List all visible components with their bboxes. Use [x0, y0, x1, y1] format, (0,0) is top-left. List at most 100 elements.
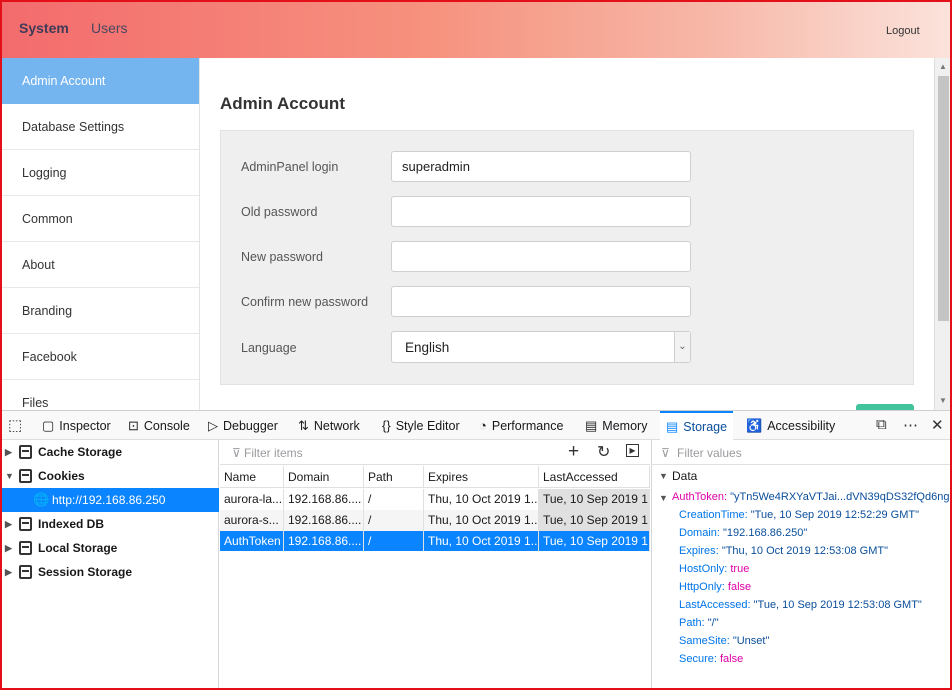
- expand-arrow-icon[interactable]: ▶: [5, 512, 12, 536]
- login-input[interactable]: [391, 151, 691, 182]
- column-header[interactable]: Name: [220, 466, 284, 488]
- table-row[interactable]: aurora-s... 192.168.86.... / Thu, 10 Oct…: [220, 510, 650, 531]
- menu-item-admin-account[interactable]: Admin Account: [0, 58, 199, 104]
- data-property[interactable]: Expires: "Thu, 10 Oct 2019 12:53:08 GMT": [679, 545, 888, 557]
- tab-performance[interactable]: ◔ Performance: [479, 411, 563, 441]
- prop-value: "Tue, 10 Sep 2019 12:52:29 GMT": [750, 509, 919, 521]
- tree-item-indexed-db[interactable]: ▶ Indexed DB: [0, 512, 219, 536]
- tree-item-cache-storage[interactable]: ▶ Cache Storage: [0, 440, 219, 464]
- tab-memory[interactable]: ▤ Memory: [585, 411, 647, 441]
- confirm-password-input[interactable]: [391, 286, 691, 317]
- table-header: Name Domain Path Expires LastAccessed: [220, 466, 650, 488]
- data-root-entry[interactable]: AuthToken: "yTn5We4RXYaVTJai...dVN39qDS3…: [672, 491, 952, 503]
- table-cell: 192.168.86....: [284, 531, 364, 552]
- data-property[interactable]: SameSite: "Unset": [679, 635, 769, 647]
- menu-item-about[interactable]: About: [0, 242, 199, 288]
- add-item-icon[interactable]: +: [568, 441, 579, 463]
- expand-arrow-icon[interactable]: ▶: [5, 560, 12, 584]
- column-header[interactable]: Expires: [424, 466, 539, 488]
- data-property[interactable]: Path: "/": [679, 617, 719, 629]
- inspector-icon: ▢: [42, 418, 55, 433]
- old-password-input[interactable]: [391, 196, 691, 227]
- menu-item-common[interactable]: Common: [0, 196, 199, 242]
- filter-values-input[interactable]: Filter values: [677, 446, 742, 460]
- menu-item-facebook[interactable]: Facebook: [0, 334, 199, 380]
- tab-style-editor[interactable]: {} Style Editor: [382, 411, 460, 441]
- prop-key: Secure: [679, 653, 714, 665]
- database-icon: [19, 469, 32, 483]
- data-property[interactable]: Secure: false: [679, 653, 743, 665]
- page-scrollbar[interactable]: ▲ ▼: [934, 58, 952, 410]
- data-property[interactable]: HostOnly: true: [679, 563, 749, 575]
- element-picker-icon[interactable]: ⬚: [8, 416, 22, 434]
- tree-label: Local Storage: [38, 541, 118, 555]
- tab-debugger[interactable]: ▷ Debugger: [208, 411, 278, 441]
- confirm-password-label: Confirm new password: [241, 295, 369, 309]
- tree-item-local-storage[interactable]: ▶ Local Storage: [0, 536, 219, 560]
- menu-item-branding[interactable]: Branding: [0, 288, 199, 334]
- tree-label: http://192.168.86.250: [52, 493, 166, 507]
- data-property[interactable]: CreationTime: "Tue, 10 Sep 2019 12:52:29…: [679, 509, 919, 521]
- collapse-arrow-icon[interactable]: ▼: [5, 464, 14, 488]
- old-password-label: Old password: [241, 205, 318, 219]
- logout-link[interactable]: Logout: [886, 25, 920, 37]
- filter-items-bar: ⊽ Filter items + ↻ ▸: [220, 440, 650, 465]
- tree-label: Cookies: [38, 469, 85, 483]
- column-header[interactable]: LastAccessed: [539, 466, 650, 488]
- tab-label: Performance: [491, 419, 564, 433]
- data-heading: Data: [672, 469, 698, 483]
- accessibility-icon: ♿: [746, 418, 763, 433]
- tab-label: Storage: [683, 420, 728, 434]
- prop-key: Expires: [679, 545, 716, 557]
- table-row[interactable]: aurora-la... 192.168.86.... / Thu, 10 Oc…: [220, 489, 650, 510]
- table-row-selected[interactable]: AuthToken 192.168.86.... / Thu, 10 Oct 2…: [220, 531, 650, 552]
- data-property[interactable]: LastAccessed: "Tue, 10 Sep 2019 12:53:08…: [679, 599, 922, 611]
- nav-users[interactable]: Users: [91, 20, 128, 36]
- more-options-icon[interactable]: ⋯: [903, 416, 918, 434]
- nav-system[interactable]: System: [19, 20, 69, 36]
- collapse-arrow-icon[interactable]: ▼: [659, 466, 668, 486]
- scroll-down-icon[interactable]: ▼: [939, 396, 947, 405]
- dock-icon[interactable]: ⧉: [876, 416, 887, 433]
- table-empty-area: [220, 551, 650, 690]
- app-header: System Users Logout: [0, 0, 952, 58]
- scrollbar-thumb[interactable]: [938, 76, 949, 321]
- tree-item-cookie-host[interactable]: 🌐 http://192.168.86.250: [0, 488, 219, 512]
- filter-items-input[interactable]: Filter items: [244, 446, 303, 460]
- data-section-header[interactable]: ▼ Data: [651, 466, 952, 486]
- scroll-up-icon[interactable]: ▲: [939, 62, 947, 71]
- tab-network[interactable]: ⇅ Network: [298, 411, 360, 441]
- toggle-sidebar-icon[interactable]: ▸: [626, 444, 639, 457]
- network-icon: ⇅: [298, 418, 309, 433]
- data-property[interactable]: Domain: "192.168.86.250": [679, 527, 807, 539]
- language-select[interactable]: English ⌄: [391, 331, 691, 363]
- prop-value: "192.168.86.250": [723, 527, 808, 539]
- expand-arrow-icon[interactable]: ▶: [5, 536, 12, 560]
- table-cell: aurora-s...: [220, 510, 284, 531]
- column-header[interactable]: Path: [364, 466, 424, 488]
- column-header[interactable]: Domain: [284, 466, 364, 488]
- data-property[interactable]: HttpOnly: false: [679, 581, 751, 593]
- chevron-down-icon[interactable]: ⌄: [674, 332, 690, 362]
- table-cell: Tue, 10 Sep 2019 1...: [539, 510, 650, 531]
- database-icon: [19, 565, 32, 579]
- language-label: Language: [241, 341, 297, 355]
- expand-arrow-icon[interactable]: ▶: [5, 440, 12, 464]
- tree-item-cookies[interactable]: ▼ Cookies: [0, 464, 219, 488]
- tab-storage[interactable]: ▤ Storage: [660, 411, 734, 441]
- collapse-arrow-icon[interactable]: ▼: [659, 493, 668, 503]
- prop-value: false: [719, 653, 744, 665]
- tab-accessibility[interactable]: ♿ Accessibility: [746, 411, 835, 441]
- tab-console[interactable]: ⊡ Console: [128, 411, 190, 441]
- prop-key: SameSite: [679, 635, 727, 647]
- table-cell: Tue, 10 Sep 2019 1...: [539, 531, 650, 552]
- new-password-input[interactable]: [391, 241, 691, 272]
- refresh-icon[interactable]: ↻: [597, 442, 610, 462]
- menu-item-logging[interactable]: Logging: [0, 150, 199, 196]
- tab-inspector[interactable]: ▢ Inspector: [42, 411, 111, 441]
- prop-key: Path: [679, 617, 702, 629]
- performance-icon: ◔: [479, 418, 487, 433]
- close-icon[interactable]: ✕: [931, 416, 944, 434]
- menu-item-database-settings[interactable]: Database Settings: [0, 104, 199, 150]
- tree-item-session-storage[interactable]: ▶ Session Storage: [0, 560, 219, 584]
